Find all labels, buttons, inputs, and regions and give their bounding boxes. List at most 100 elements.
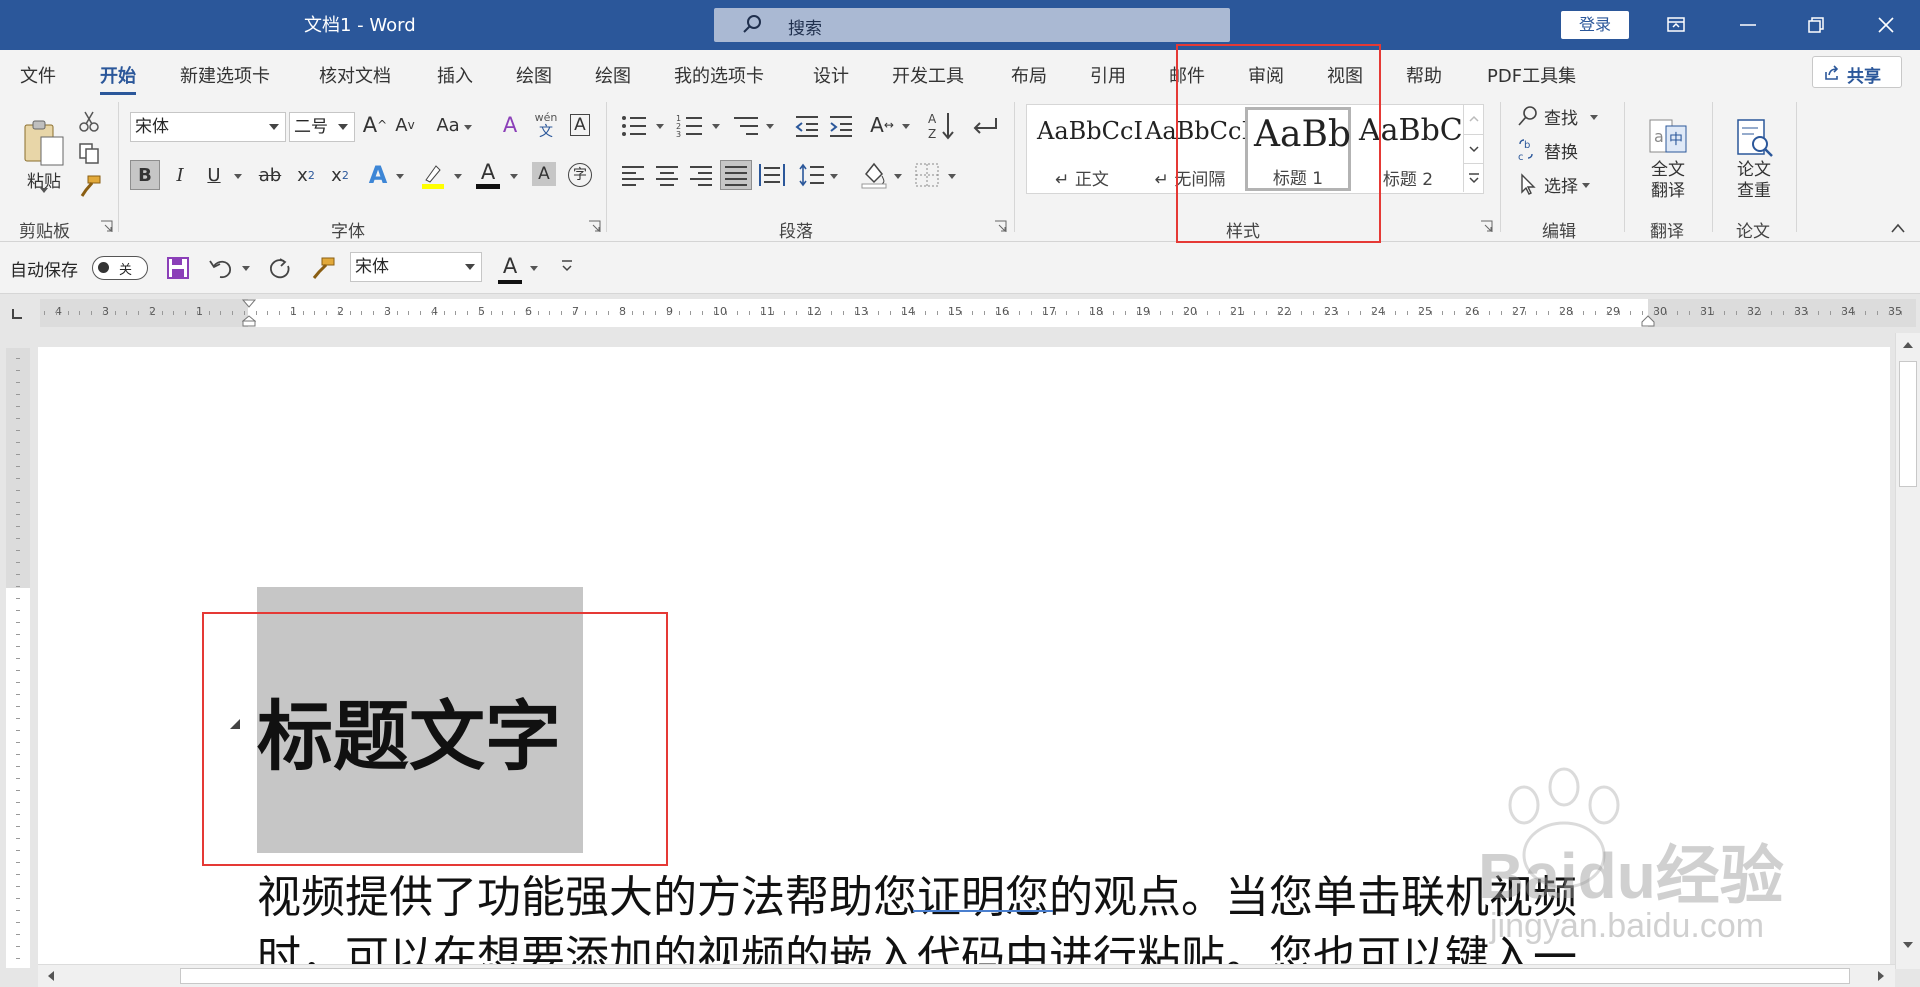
share-button[interactable]: 共享 [1812,56,1902,88]
scroll-up-icon[interactable] [1900,337,1916,353]
undo-dropdown[interactable] [242,266,250,271]
tab-references[interactable]: 引用 [1090,62,1126,88]
tab-insert[interactable]: 插入 [437,62,473,88]
align-center-icon[interactable] [654,164,680,186]
styles-scroll-up[interactable] [1463,105,1483,134]
line-spacing-dropdown[interactable] [830,174,838,179]
bullets-icon[interactable] [620,114,648,138]
decrease-indent-icon[interactable] [794,114,820,138]
restore-button[interactable] [1786,0,1846,50]
scroll-right-icon[interactable] [1874,969,1888,983]
character-shading-button[interactable]: A [532,162,556,186]
scroll-thumb[interactable] [180,968,1850,984]
multilevel-dropdown[interactable] [766,124,774,129]
full-text-translate-button[interactable]: a中 全文 翻译 [1640,104,1696,214]
numbering-icon[interactable]: 123 [676,114,704,138]
horizontal-ruler[interactable]: 4 3 2 1 1 2 3 4 5 6 7 8 9 10 11 12 13 14 15 16 17 18 19 20 21 22 2… [40,299,1916,327]
strikethrough-button[interactable]: ab [254,160,286,190]
tab-file[interactable]: 文件 [20,62,56,88]
distributed-icon[interactable] [758,162,786,188]
font-launcher-icon[interactable] [588,220,601,233]
line-spacing-icon[interactable] [798,162,826,188]
qat-font-color-dropdown[interactable] [530,266,538,271]
paragraph-line-1[interactable]: 视频提供了功能强大的方法帮助您证明您的观点。当您单击联机视频 [257,861,1577,925]
highlight-dropdown[interactable] [454,174,462,179]
font-color-button[interactable]: A [474,158,502,186]
vertical-scrollbar[interactable] [1895,333,1920,969]
find-button[interactable]: 查找 [1516,102,1598,130]
cut-icon[interactable] [78,110,100,132]
text-direction-button[interactable]: A ↔ [866,110,898,140]
shading-icon[interactable] [860,160,888,190]
horizontal-scrollbar[interactable] [38,964,1895,987]
search-box[interactable]: 搜索 [714,8,1230,42]
paper-check-button[interactable]: 论文 查重 [1726,104,1782,214]
vertical-ruler[interactable] [6,348,30,968]
shading-dropdown[interactable] [894,174,902,179]
scroll-down-icon[interactable] [1900,937,1916,953]
login-button[interactable]: 登录 [1561,11,1629,39]
highlighter-icon[interactable] [418,162,446,190]
text-effects-button[interactable]: A [364,160,392,190]
clear-formatting-button[interactable]: A [496,110,524,140]
format-painter-icon[interactable] [310,256,336,282]
copy-icon[interactable] [78,142,100,164]
ribbon-display-options-button[interactable] [1646,0,1706,50]
style-normal[interactable]: AaBbCcI ↵ 正文 [1029,107,1143,191]
enclose-characters-button[interactable]: 字 [566,160,594,190]
autosave-toggle[interactable]: 关 [92,256,148,280]
paragraph-line-2[interactable]: 时，可以在想要添加的视频的嵌入代码中进行粘贴。您也可以键入一 [257,921,1577,967]
right-indent-marker-icon[interactable] [1641,315,1655,327]
tab-layout[interactable]: 布局 [1011,62,1047,88]
styles-scroll-down[interactable] [1463,134,1483,163]
tab-selector-icon[interactable] [8,305,26,323]
format-painter-icon[interactable] [78,174,102,198]
text-effects-dropdown[interactable] [396,174,404,179]
tab-pdf-tools[interactable]: PDF工具集 [1487,62,1576,88]
tab-draw-2[interactable]: 绘图 [595,62,631,88]
sort-icon[interactable]: AZ [928,110,956,142]
align-left-icon[interactable] [620,164,646,186]
borders-icon[interactable] [914,162,940,188]
undo-icon[interactable] [208,256,234,280]
phonetic-guide-button[interactable]: wén 文 [530,108,562,142]
numbering-dropdown[interactable] [712,124,720,129]
tab-my-tab[interactable]: 我的选项卡 [674,62,764,88]
underline-dropdown[interactable] [234,174,242,179]
redo-icon[interactable] [266,256,292,282]
font-size-combo[interactable]: 二号 [289,112,355,142]
tab-new-tab[interactable]: 新建选项卡 [180,62,270,88]
superscript-button[interactable]: x2 [326,160,354,190]
text-direction-dropdown[interactable] [902,124,910,129]
styles-more[interactable] [1463,163,1483,192]
tab-draw-1[interactable]: 绘图 [516,62,552,88]
paste-dropdown[interactable] [40,188,48,193]
paragraph-launcher-icon[interactable] [994,220,1007,233]
tab-design[interactable]: 设计 [813,62,849,88]
change-case-button[interactable]: Aa [434,110,474,140]
underline-button[interactable]: U [200,160,228,190]
character-border-button[interactable]: A [566,110,594,140]
grow-font-button[interactable]: A ^ [362,110,388,140]
clipboard-launcher-icon[interactable] [100,220,113,233]
styles-launcher-icon[interactable] [1480,220,1493,233]
tab-developer[interactable]: 开发工具 [892,62,964,88]
align-right-icon[interactable] [688,164,714,186]
tab-check-document[interactable]: 核对文档 [319,62,391,88]
increase-indent-icon[interactable] [828,114,854,138]
shrink-font-button[interactable]: Av [392,110,418,140]
save-icon[interactable] [166,256,190,280]
indent-marker-icon[interactable] [242,299,256,327]
minimize-button[interactable] [1718,0,1778,50]
select-button[interactable]: 选择 [1516,170,1590,198]
scroll-thumb[interactable] [1899,361,1917,487]
italic-button[interactable]: I [166,160,194,190]
borders-dropdown[interactable] [948,174,956,179]
tab-help[interactable]: 帮助 [1406,62,1442,88]
subscript-button[interactable]: x2 [292,160,320,190]
replace-button[interactable]: bc 替换 [1516,136,1578,164]
font-color-dropdown[interactable] [510,174,518,179]
multilevel-list-icon[interactable] [732,114,760,138]
justify-button[interactable] [720,160,752,190]
bold-button[interactable]: B [130,160,160,190]
